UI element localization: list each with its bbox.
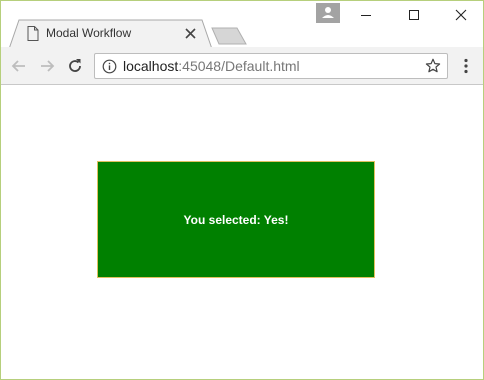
arrow-left-icon[interactable] (10, 57, 28, 75)
result-panel: You selected: Yes! (97, 161, 375, 278)
page-icon (27, 26, 39, 41)
profile-button[interactable] (316, 3, 340, 23)
address-bar[interactable]: localhost:45048/Default.html (94, 53, 448, 79)
new-tab-button[interactable] (211, 27, 247, 45)
url-host: localhost (123, 58, 179, 74)
minimize-button[interactable] (346, 5, 386, 25)
maximize-button[interactable] (394, 5, 434, 25)
page-content: You selected: Yes! (1, 86, 483, 379)
title-bar: Modal Workflow (1, 1, 483, 49)
result-message: You selected: Yes! (183, 212, 289, 227)
kebab-menu-icon[interactable] (461, 57, 471, 75)
url-text[interactable]: localhost:45048/Default.html (123, 58, 300, 74)
arrow-right-icon[interactable] (38, 57, 56, 75)
close-icon[interactable] (185, 28, 196, 39)
window-close-button[interactable] (441, 5, 481, 25)
star-icon[interactable] (425, 58, 441, 74)
info-icon[interactable] (102, 59, 117, 74)
tab-title: Modal Workflow (46, 26, 132, 40)
browser-toolbar: localhost:45048/Default.html (1, 47, 483, 85)
profile-icon (322, 7, 334, 18)
url-path: :45048/Default.html (178, 58, 300, 74)
browser-window: Modal Workflow localhost:45048/Default.h… (0, 0, 484, 380)
reload-icon[interactable] (66, 57, 84, 75)
